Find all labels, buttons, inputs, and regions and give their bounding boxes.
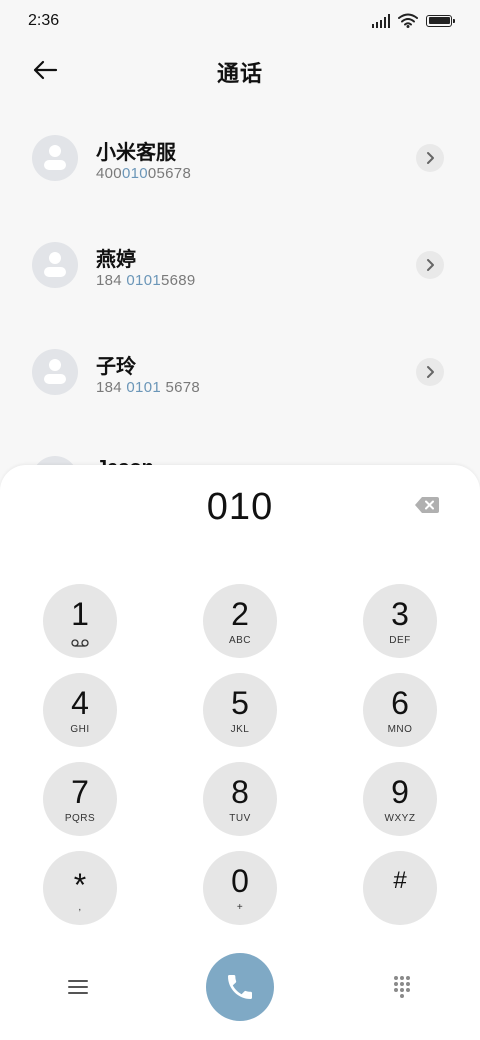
key-4[interactable]: 4 GHI [43, 673, 117, 747]
status-time: 2:36 [28, 12, 60, 29]
contact-number: 184 0101 5678 [96, 379, 201, 396]
key-0[interactable]: 0 + [203, 851, 277, 925]
avatar-icon [32, 349, 78, 395]
key-star[interactable]: * , [43, 851, 117, 925]
number-match-highlight: 010 [121, 165, 148, 182]
chevron-right-icon [427, 259, 434, 271]
signal-icon [372, 13, 390, 28]
chevron-right-icon [427, 366, 434, 378]
contact-row[interactable]: 燕婷 184 01015689 [0, 213, 480, 320]
dialpad-grid-icon [394, 976, 410, 998]
status-icons [372, 13, 455, 28]
contact-row[interactable]: 小米客服 40001005678 [0, 106, 480, 213]
number-match-highlight: 0101 [126, 379, 161, 396]
chevron-right-icon [427, 152, 434, 164]
contact-number: 184 01015689 [96, 272, 196, 289]
key-5[interactable]: 5 JKL [203, 673, 277, 747]
phone-screen: 2:36 通话 小米客服 40001005678 燕婷 184 01015689… [0, 0, 480, 1040]
backspace-button[interactable] [414, 496, 440, 514]
avatar-icon [32, 242, 78, 288]
dialed-number: 010 [206, 486, 274, 528]
contact-detail-button[interactable] [416, 358, 444, 386]
key-6[interactable]: 6 MNO [363, 673, 437, 747]
key-hash[interactable]: # [363, 851, 437, 925]
keypad-toggle-button[interactable] [389, 973, 415, 1001]
call-button[interactable] [206, 953, 274, 1021]
battery-fill [428, 17, 450, 24]
menu-icon [68, 980, 88, 994]
dialpad-sheet: 010 1 2 ABC 3 DEF 4 GHI 5 JKL 6 MNO 7 PQ… [0, 465, 480, 1040]
key-7[interactable]: 7 PQRS [43, 762, 117, 836]
backspace-icon [415, 497, 439, 513]
contact-name: 燕婷 [96, 249, 136, 271]
key-2[interactable]: 2 ABC [203, 584, 277, 658]
wifi-icon [398, 13, 418, 28]
contact-name: 小米客服 [96, 142, 176, 164]
contact-detail-button[interactable] [416, 144, 444, 172]
contact-row[interactable]: 子玲 184 0101 5678 [0, 320, 480, 427]
key-3[interactable]: 3 DEF [363, 584, 437, 658]
contact-detail-button[interactable] [416, 251, 444, 279]
contact-number: 40001005678 [96, 165, 192, 182]
status-bar: 2:36 [0, 0, 480, 42]
page-title: 通话 [216, 61, 263, 86]
key-1[interactable]: 1 [43, 584, 117, 658]
phone-icon [228, 975, 252, 999]
menu-button[interactable] [63, 975, 93, 999]
contact-name: 子玲 [96, 356, 136, 378]
avatar-icon [32, 135, 78, 181]
number-match-highlight: 0101 [126, 272, 161, 289]
voicemail-icon [71, 639, 89, 647]
header: 通话 [0, 42, 480, 98]
key-8[interactable]: 8 TUV [203, 762, 277, 836]
dialpad-bottom-bar [0, 951, 480, 1021]
battery-icon [426, 14, 455, 27]
key-9[interactable]: 9 WXYZ [363, 762, 437, 836]
